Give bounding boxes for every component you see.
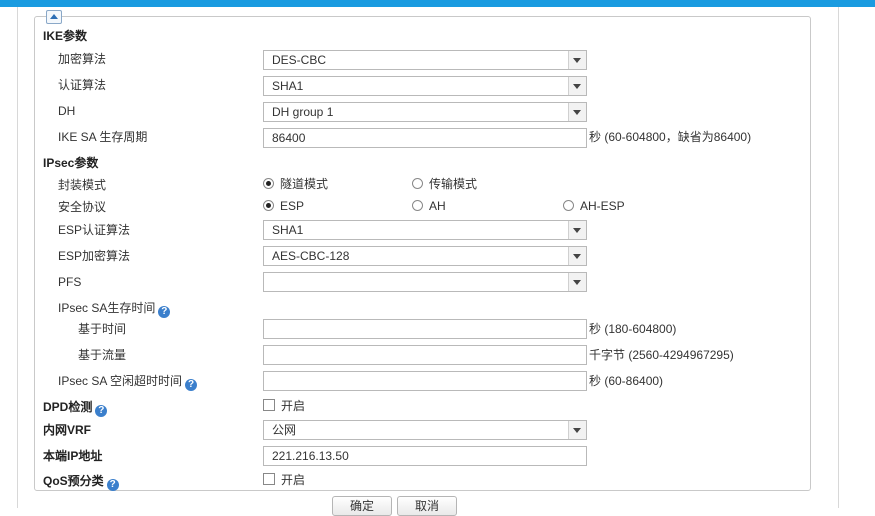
traffic-based-hint: 千字节 (2560-4294967295) xyxy=(589,348,734,362)
dropdown-arrow-icon[interactable] xyxy=(568,273,586,291)
help-icon[interactable]: ? xyxy=(95,405,108,417)
dropdown-arrow-icon[interactable] xyxy=(568,247,586,265)
vrf-select[interactable]: 公网 xyxy=(263,420,587,440)
encap-mode-label: 封装模式 xyxy=(58,178,107,192)
radio-ah-esp[interactable]: AH-ESP xyxy=(563,198,625,214)
ike-auth-select[interactable]: SHA1 xyxy=(263,76,587,96)
ike-lifetime-label: IKE SA 生存周期 xyxy=(58,130,148,144)
time-based-input[interactable] xyxy=(263,319,587,339)
dpd-checkbox[interactable]: 开启 xyxy=(263,398,305,414)
dropdown-arrow-icon[interactable] xyxy=(568,103,586,121)
radio-tunnel-mode[interactable]: 隧道模式 xyxy=(263,176,328,192)
radio-esp[interactable]: ESP xyxy=(263,198,304,214)
cancel-button[interactable]: 取消 xyxy=(397,496,457,516)
idle-timeout-label: IPsec SA 空闲超时时间 xyxy=(58,374,183,388)
sa-lifetime-label: IPsec SA生存时间 xyxy=(58,301,156,315)
radio-ah-esp-label: AH-ESP xyxy=(580,199,625,213)
top-accent-bar xyxy=(0,0,875,7)
traffic-based-label: 基于流量 xyxy=(78,348,127,362)
checkbox-icon xyxy=(263,473,275,485)
esp-auth-label: ESP认证算法 xyxy=(58,223,131,237)
dpd-label: DPD检测 xyxy=(43,400,93,414)
dpd-checkbox-label: 开启 xyxy=(281,399,306,413)
ipsec-section-title: IPsec参数 xyxy=(43,156,99,170)
ike-lifetime-value: 86400 xyxy=(272,131,306,145)
help-icon[interactable]: ? xyxy=(158,306,171,318)
dropdown-arrow-icon[interactable] xyxy=(568,221,586,239)
esp-auth-value: SHA1 xyxy=(272,223,304,237)
time-based-label: 基于时间 xyxy=(78,322,127,336)
dpd-heading: DPD检测? xyxy=(43,399,108,417)
esp-enc-value: AES-CBC-128 xyxy=(272,249,350,263)
qos-checkbox[interactable]: 开启 xyxy=(263,472,305,488)
radio-unselected-icon xyxy=(412,178,423,189)
radio-selected-icon xyxy=(263,200,274,211)
radio-transport-label: 传输模式 xyxy=(429,177,478,191)
ike-lifetime-hint: 秒 (60-604800，缺省为86400) xyxy=(589,130,752,144)
idle-timeout-hint: 秒 (60-86400) xyxy=(589,374,664,388)
radio-selected-icon xyxy=(263,178,274,189)
esp-enc-select[interactable]: AES-CBC-128 xyxy=(263,246,587,266)
sa-lifetime-heading: IPsec SA生存时间? xyxy=(58,300,171,318)
vrf-value: 公网 xyxy=(272,423,297,437)
radio-tunnel-label: 隧道模式 xyxy=(280,177,329,191)
ike-auth-value: SHA1 xyxy=(272,79,304,93)
collapse-button[interactable] xyxy=(46,10,62,24)
dropdown-arrow-icon[interactable] xyxy=(568,421,586,439)
qos-heading: QoS预分类? xyxy=(43,473,119,491)
ike-encryption-label: 加密算法 xyxy=(58,52,107,66)
local-ip-value: 221.216.13.50 xyxy=(272,449,349,463)
dropdown-arrow-icon[interactable] xyxy=(568,51,586,69)
ike-auth-label: 认证算法 xyxy=(58,78,107,92)
qos-checkbox-label: 开启 xyxy=(281,473,306,487)
idle-timeout-heading: IPsec SA 空闲超时时间? xyxy=(58,373,198,391)
pfs-select[interactable] xyxy=(263,272,587,292)
protocol-label: 安全协议 xyxy=(58,200,107,214)
traffic-based-input[interactable] xyxy=(263,345,587,365)
vrf-label: 内网VRF xyxy=(43,423,92,437)
radio-unselected-icon xyxy=(412,200,423,211)
time-based-hint: 秒 (180-604800) xyxy=(589,322,677,336)
checkbox-icon xyxy=(263,399,275,411)
ike-encryption-value: DES-CBC xyxy=(272,53,327,67)
dh-value: DH group 1 xyxy=(272,105,334,119)
right-divider xyxy=(838,7,839,508)
dh-label: DH xyxy=(58,104,76,118)
ok-button[interactable]: 确定 xyxy=(332,496,392,516)
radio-ah-label: AH xyxy=(429,199,446,213)
ike-encryption-select[interactable]: DES-CBC xyxy=(263,50,587,70)
dropdown-arrow-icon[interactable] xyxy=(568,77,586,95)
dh-select[interactable]: DH group 1 xyxy=(263,102,587,122)
qos-label: QoS预分类 xyxy=(43,474,104,488)
radio-transport-mode[interactable]: 传输模式 xyxy=(412,176,477,192)
left-divider xyxy=(17,7,18,508)
radio-ah[interactable]: AH xyxy=(412,198,446,214)
ike-section-title: IKE参数 xyxy=(43,29,88,43)
chevron-up-icon xyxy=(50,14,58,19)
radio-unselected-icon xyxy=(563,200,574,211)
help-icon[interactable]: ? xyxy=(106,479,119,491)
esp-auth-select[interactable]: SHA1 xyxy=(263,220,587,240)
local-ip-input[interactable]: 221.216.13.50 xyxy=(263,446,587,466)
radio-esp-label: ESP xyxy=(280,199,305,213)
ike-lifetime-input[interactable]: 86400 xyxy=(263,128,587,148)
help-icon[interactable]: ? xyxy=(185,379,198,391)
pfs-label: PFS xyxy=(58,275,82,289)
local-ip-label: 本端IP地址 xyxy=(43,449,103,463)
esp-enc-label: ESP加密算法 xyxy=(58,249,131,263)
idle-timeout-input[interactable] xyxy=(263,371,587,391)
